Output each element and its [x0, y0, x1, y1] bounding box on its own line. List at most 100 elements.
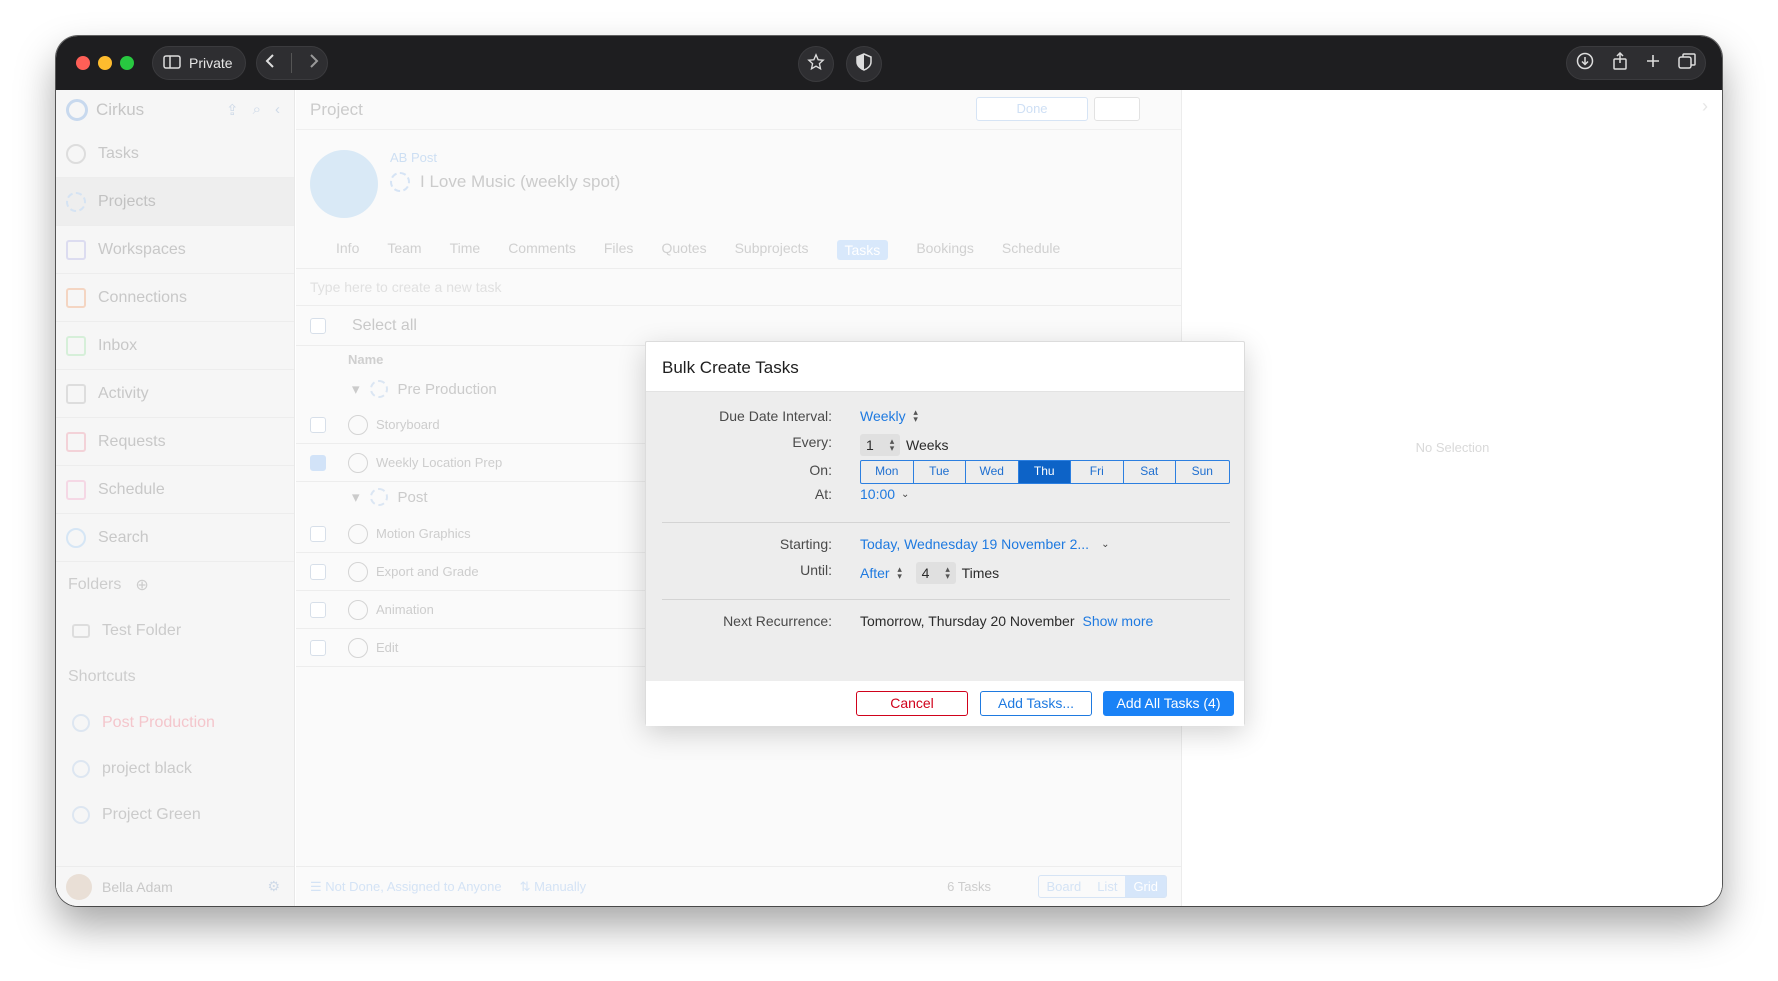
new-tab-icon[interactable] — [1646, 54, 1660, 73]
row-checkbox[interactable] — [310, 454, 326, 471]
select-all-row[interactable]: Select all — [296, 306, 1181, 346]
close-window-button[interactable] — [76, 56, 90, 70]
disclosure-icon: ▾ — [352, 381, 360, 398]
tab-comments[interactable]: Comments — [508, 240, 576, 260]
row-checkbox[interactable] — [310, 563, 326, 580]
view-grid[interactable]: Grid — [1125, 876, 1166, 897]
view-board[interactable]: Board — [1039, 876, 1090, 897]
complete-toggle[interactable] — [348, 599, 368, 620]
dialog-footer: Cancel Add Tasks... Add All Tasks (4) — [646, 681, 1244, 726]
share-icon[interactable] — [1612, 51, 1628, 75]
column-header-name[interactable]: Name — [348, 352, 383, 367]
minimize-window-button[interactable] — [98, 56, 112, 70]
shortcut-icon — [72, 714, 90, 732]
forward-icon[interactable] — [309, 53, 319, 74]
collapse-icon[interactable]: ‹ — [275, 101, 280, 119]
complete-toggle[interactable] — [348, 523, 368, 544]
sidebar-item-projects[interactable]: Projects — [56, 178, 294, 226]
row-checkbox[interactable] — [310, 601, 326, 618]
private-sidebar-button[interactable]: Private — [152, 46, 246, 80]
tab-team[interactable]: Team — [387, 240, 421, 260]
view-list[interactable]: List — [1089, 876, 1125, 897]
until-count-stepper[interactable]: 4 ▴ ▾ — [915, 562, 956, 584]
upload-icon[interactable]: ⇪ — [226, 101, 239, 119]
tab-bookings[interactable]: Bookings — [916, 240, 974, 260]
sidebar-item-schedule[interactable]: Schedule — [56, 466, 294, 514]
next-recurrence-value: Tomorrow, Thursday 20 November — [860, 613, 1075, 629]
shortcut-item[interactable]: project black — [56, 746, 294, 792]
tab-quotes[interactable]: Quotes — [661, 240, 706, 260]
complete-toggle[interactable] — [348, 561, 368, 582]
tab-time[interactable]: Time — [450, 240, 481, 260]
bookmark-button[interactable] — [798, 46, 834, 82]
day-fri[interactable]: Fri — [1071, 461, 1124, 483]
sidebar-item-workspaces[interactable]: Workspaces — [56, 226, 294, 274]
tab-overview-icon[interactable] — [1678, 52, 1696, 74]
sort-menu[interactable]: ⇅ Manually — [520, 879, 587, 895]
shortcut-item[interactable]: Project Green — [56, 792, 294, 838]
at-row: At: 10:00 ⌄ — [646, 486, 1244, 508]
select-all-checkbox[interactable] — [310, 317, 326, 334]
shortcut-label: project black — [102, 760, 192, 777]
sidebar-item-search[interactable]: Search — [56, 514, 294, 562]
client-link[interactable]: AB Post — [390, 150, 437, 165]
sidebar-item-requests[interactable]: Requests — [56, 418, 294, 466]
select-all-label: Select all — [352, 316, 417, 334]
show-more-link[interactable]: Show more — [1083, 613, 1154, 629]
add-folder-icon[interactable]: ⊕ — [135, 575, 148, 595]
complete-toggle[interactable] — [348, 637, 368, 658]
shortcut-item[interactable]: Post Production — [56, 700, 294, 746]
cancel-button[interactable]: Cancel — [856, 691, 968, 716]
sidebar-item-tasks[interactable]: Tasks — [56, 130, 294, 178]
sidebar-item-inbox[interactable]: Inbox — [56, 322, 294, 370]
filter-menu[interactable]: ☰ Not Done, Assigned to Anyone — [310, 879, 502, 895]
zoom-window-button[interactable] — [120, 56, 134, 70]
sidebar-item-activity[interactable]: Activity — [56, 370, 294, 418]
privacy-shield-button[interactable] — [846, 46, 882, 82]
day-sun[interactable]: Sun — [1176, 461, 1229, 483]
tab-info[interactable]: Info — [336, 240, 359, 260]
day-sat[interactable]: Sat — [1124, 461, 1176, 483]
tab-schedule[interactable]: Schedule — [1002, 240, 1060, 260]
sidebar-item-label: Workspaces — [98, 240, 186, 258]
due-interval-select[interactable]: Weekly ▴ ▾ — [860, 408, 920, 425]
row-checkbox[interactable] — [310, 416, 326, 433]
complete-toggle[interactable] — [348, 452, 368, 473]
day-mon[interactable]: Mon — [861, 461, 914, 483]
star-icon — [807, 52, 825, 76]
tab-files[interactable]: Files — [604, 240, 634, 260]
day-thu[interactable]: Thu — [1018, 461, 1071, 483]
project-actions[interactable] — [1094, 97, 1140, 121]
starting-date-select[interactable]: Today, Wednesday 19 November 2... ⌄ — [860, 536, 1109, 552]
private-label: Private — [189, 55, 233, 71]
chevron-right-icon[interactable]: › — [1702, 96, 1708, 117]
weekday-segmented-control: Mon Tue Wed Thu Fri Sat Sun — [860, 460, 1230, 484]
cirkus-logo-icon — [66, 99, 88, 121]
row-checkbox[interactable] — [310, 639, 326, 656]
every-stepper[interactable]: 1 ▴ ▾ — [860, 434, 900, 456]
add-tasks-button[interactable]: Add Tasks... — [980, 691, 1092, 716]
folder-item[interactable]: Test Folder — [56, 608, 294, 654]
done-button[interactable]: Done — [976, 97, 1088, 121]
until-mode-select[interactable]: After — [860, 565, 890, 581]
time-select[interactable]: 10:00 ⌄ — [860, 486, 909, 502]
back-icon[interactable] — [265, 53, 275, 74]
task-count: 6 Tasks — [947, 879, 991, 894]
complete-toggle[interactable] — [348, 414, 368, 435]
group-header[interactable]: ▾ Post — [352, 488, 428, 506]
day-tue[interactable]: Tue — [914, 461, 966, 483]
day-wed[interactable]: Wed — [966, 461, 1019, 483]
page-title: Project — [310, 99, 363, 119]
row-checkbox[interactable] — [310, 525, 326, 542]
new-task-input[interactable]: Type here to create a new task — [296, 268, 1181, 306]
search-icon[interactable]: ⌕ — [253, 101, 261, 119]
settings-sliders-icon[interactable]: ⚙ — [267, 878, 280, 895]
user-footer[interactable]: Bella Adam ⚙ — [56, 866, 294, 906]
sidebar-item-connections[interactable]: Connections — [56, 274, 294, 322]
tab-subprojects[interactable]: Subprojects — [735, 240, 809, 260]
add-all-tasks-button[interactable]: Add All Tasks (4) — [1103, 691, 1234, 716]
group-header[interactable]: ▾ Pre Production — [352, 380, 497, 398]
tab-tasks[interactable]: Tasks — [836, 240, 889, 260]
download-icon[interactable] — [1576, 52, 1594, 75]
sidebar-item-label: Tasks — [98, 144, 139, 162]
